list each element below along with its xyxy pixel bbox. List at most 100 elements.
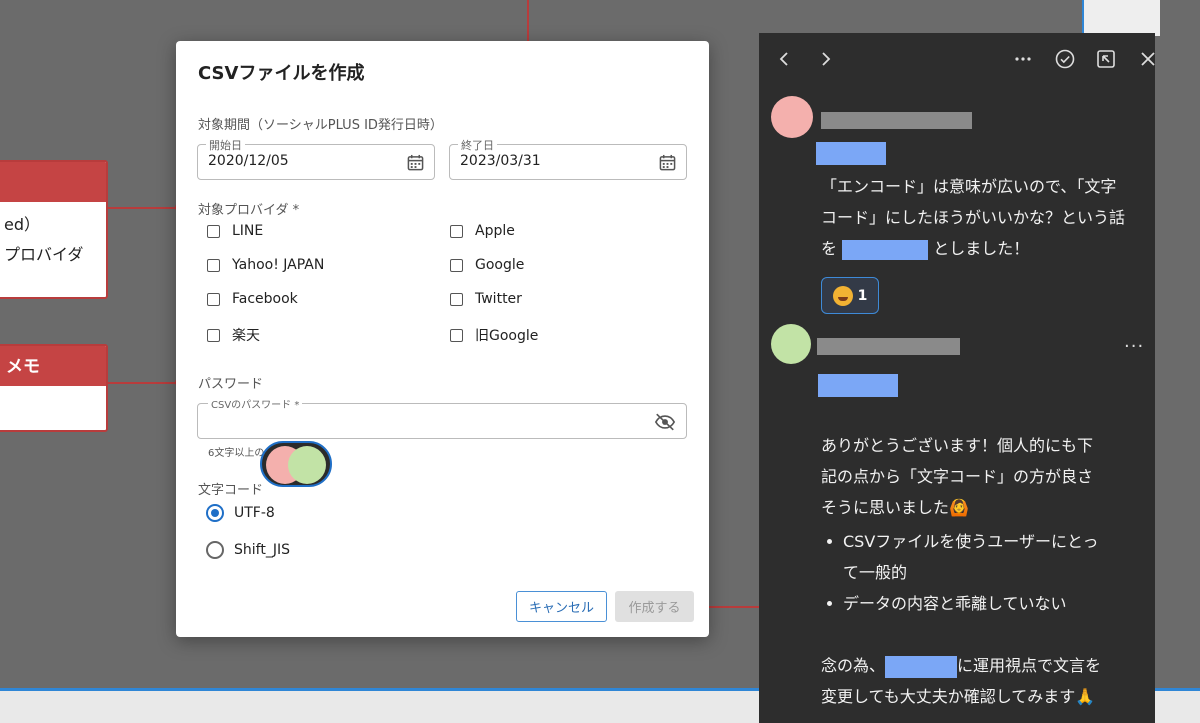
sticky-note-line: ed） — [4, 215, 41, 234]
create-csv-dialog: CSVファイルを作成 対象期間（ソーシャルPLUS ID発行日時） 開始日 20… — [176, 41, 709, 637]
checkbox[interactable] — [207, 224, 220, 238]
checkbox[interactable] — [450, 258, 463, 272]
end-date-field[interactable]: 終了日 2023/03/31 — [449, 137, 687, 180]
comment-line: ありがとうございます！個人的にも下 — [821, 436, 1094, 455]
comment-line: そうに思いました — [821, 498, 950, 517]
radio-button[interactable] — [206, 504, 224, 522]
checkbox[interactable] — [207, 292, 220, 306]
provider-checkbox-line[interactable]: LINE — [207, 223, 263, 239]
checkbox[interactable] — [207, 258, 220, 272]
radio-shift-jis[interactable]: Shift_JIS — [206, 541, 290, 559]
collaborator-avatars[interactable] — [260, 441, 332, 487]
list-item-text: データの内容と乖離していない — [843, 594, 1067, 613]
visibility-off-icon[interactable] — [654, 412, 676, 432]
comment-line: コード」にしたほうがいいかな？という話 — [821, 208, 1126, 227]
close-icon[interactable] — [1136, 47, 1160, 71]
provider-checkbox-facebook[interactable]: Facebook — [207, 291, 298, 307]
comment-line: としました！ — [933, 239, 1030, 258]
provider-checkbox-apple[interactable]: Apple — [450, 223, 515, 239]
more-icon[interactable] — [1011, 47, 1035, 71]
comment-line: 記の点から「文字コード」の方が良さ — [821, 467, 1094, 486]
list-item: データの内容と乖離していない — [821, 588, 1098, 619]
author-name-redacted — [821, 112, 972, 129]
comment-line: 念の為、 — [821, 656, 886, 675]
radio-utf8[interactable]: UTF-8 — [206, 504, 275, 522]
encoding-label: 文字コード — [198, 483, 264, 498]
provider-checkbox-google[interactable]: Google — [450, 257, 524, 273]
checkbox-label: Twitter — [475, 291, 522, 307]
checkbox[interactable] — [450, 224, 463, 238]
resolve-check-icon[interactable] — [1053, 47, 1077, 71]
open-in-canvas-icon[interactable] — [1094, 47, 1118, 71]
create-button[interactable]: 作成する — [615, 591, 694, 622]
period-label: 対象期間（ソーシャルPLUS ID発行日時） — [198, 118, 443, 133]
chevron-left-icon[interactable] — [773, 47, 797, 71]
author-name-redacted — [817, 338, 960, 355]
comment-text: 念の為、 に運用視点で文言を 変更しても大丈夫か確認してみます🙏 — [821, 650, 1101, 712]
checkbox-label: Apple — [475, 223, 515, 239]
radio-button[interactable] — [206, 541, 224, 559]
list-item-text: て一般的 — [843, 563, 908, 582]
cancel-button[interactable]: キャンセル — [516, 591, 607, 622]
start-date-value: 2020/12/05 — [208, 153, 289, 169]
checkbox-label: Google — [475, 257, 525, 273]
reaction-count: 1 — [857, 287, 868, 304]
avatar — [288, 446, 326, 484]
start-date-field[interactable]: 開始日 2020/12/05 — [197, 137, 435, 180]
provider-checkbox-rakuten[interactable]: 楽天 — [207, 325, 260, 345]
provider-checkbox-twitter[interactable]: Twitter — [450, 291, 522, 307]
checkbox-label: 楽天 — [232, 328, 260, 344]
highlight-redacted — [842, 239, 929, 260]
chevron-right-icon[interactable] — [813, 47, 837, 71]
list-item-text: CSVファイルを使うユーザーにとっ — [843, 532, 1099, 551]
end-date-label: 終了日 — [458, 137, 497, 153]
comment-line: 変更しても大丈夫か確認してみます🙏 — [821, 687, 1096, 706]
mention-redacted — [818, 374, 898, 397]
checkbox-label: LINE — [232, 223, 264, 239]
comment-line: に運用視点で文言を — [957, 656, 1102, 675]
password-helper-text: 6文字以上の — [208, 448, 265, 459]
dialog-title: CSVファイルを作成 — [198, 63, 365, 84]
emoji-icon: 🙆 — [949, 498, 969, 517]
list-item: CSVファイルを使うユーザーにとっ て一般的 — [821, 526, 1098, 588]
end-date-value: 2023/03/31 — [460, 153, 541, 169]
highlight-redacted — [885, 655, 958, 678]
sticky-note-providers[interactable]: ed） プロバイダ — [0, 160, 108, 299]
radio-label: UTF-8 — [234, 505, 275, 521]
checkbox-label: 旧Google — [475, 328, 539, 344]
radio-label: Shift_JIS — [234, 542, 290, 558]
password-section-label: パスワード — [198, 377, 264, 392]
star-struck-emoji-icon — [832, 285, 853, 306]
calendar-icon[interactable] — [407, 154, 424, 171]
connector-line — [704, 606, 760, 608]
password-field-label: CSVのパスワード * — [208, 396, 303, 411]
mention-redacted — [816, 142, 886, 165]
avatar[interactable] — [771, 96, 813, 138]
checkbox-label: Facebook — [232, 291, 298, 307]
avatar[interactable] — [771, 324, 811, 364]
comment-line: 「エンコード」は意味が広いので、「文字 — [821, 177, 1117, 196]
sticky-note-line: プロバイダ — [4, 245, 84, 264]
calendar-icon[interactable] — [659, 154, 676, 171]
connector-line — [108, 207, 180, 209]
comment-more-icon[interactable]: ··· — [1124, 336, 1144, 357]
start-date-label: 開始日 — [206, 137, 245, 153]
checkbox[interactable] — [450, 328, 463, 342]
checkbox[interactable] — [450, 292, 463, 306]
sticky-note-memo[interactable]: メモ — [0, 344, 108, 432]
sticky-note-header: メモ — [0, 346, 106, 386]
comment-text: 「エンコード」は意味が広いので、「文字 コード」にしたほうがいいかな？という話 … — [821, 171, 1125, 264]
comment-panel: 「エンコード」は意味が広いので、「文字 コード」にしたほうがいいかな？という話 … — [759, 33, 1155, 723]
provider-checkbox-old-google[interactable]: 旧Google — [450, 325, 538, 345]
connector-line — [108, 382, 180, 384]
checkbox[interactable] — [207, 328, 220, 342]
reaction-badge[interactable]: 1 — [821, 277, 879, 314]
sticky-note-header — [0, 162, 106, 202]
provider-checkbox-yahoo[interactable]: Yahoo! JAPAN — [207, 257, 324, 273]
comment-text: ありがとうございます！個人的にも下 記の点から「文字コード」の方が良さ そうに思… — [821, 430, 1093, 523]
canvas-frame — [1082, 0, 1160, 36]
comment-line: を — [821, 239, 838, 258]
checkbox-label: Yahoo! JAPAN — [232, 257, 325, 273]
comment-bullet-list: CSVファイルを使うユーザーにとっ て一般的 データの内容と乖離していない — [821, 526, 1098, 619]
csv-password-input[interactable]: CSVのパスワード * — [197, 396, 687, 439]
